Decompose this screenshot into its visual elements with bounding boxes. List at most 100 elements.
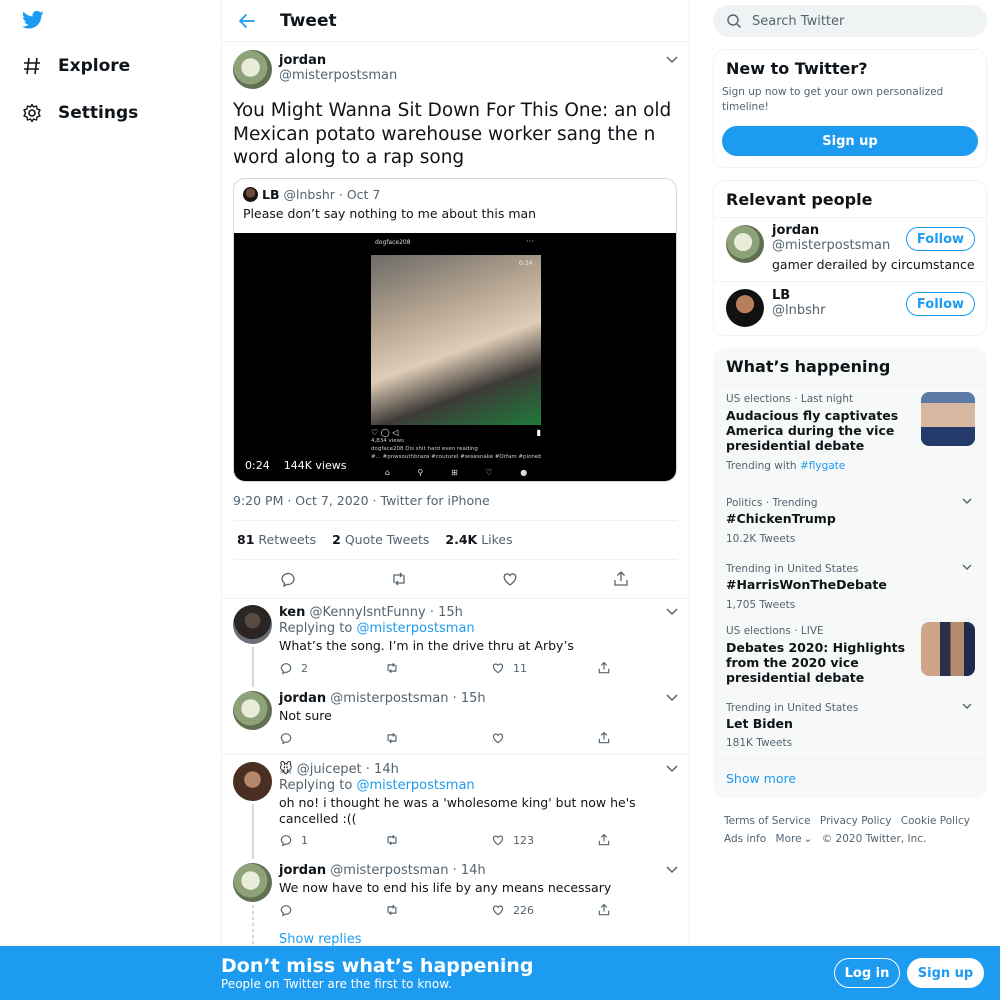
search-bar[interactable] <box>713 5 987 37</box>
reply-author-name[interactable]: jordan <box>279 863 326 878</box>
person-name[interactable]: LB <box>772 288 790 303</box>
trend-item[interactable]: Trending in United States #HarrisWonTheD… <box>714 554 986 619</box>
divider <box>222 754 689 755</box>
follow-button[interactable]: Follow <box>906 227 975 251</box>
reply-icon[interactable] <box>279 570 297 588</box>
nav-settings[interactable]: Settings <box>22 103 138 123</box>
show-more-link[interactable]: Show more <box>726 771 796 786</box>
twitter-bird-icon[interactable] <box>22 10 44 30</box>
avatar[interactable] <box>233 605 272 644</box>
person-handle[interactable]: @misterpostsman <box>772 238 890 253</box>
quoted-author-handle-date: @lnbshr · Oct 7 <box>283 187 381 202</box>
chevron-down-icon[interactable] <box>666 694 678 702</box>
show-replies-link[interactable]: Show replies <box>279 932 362 947</box>
replying-to-link[interactable]: @misterpostsman <box>356 778 474 793</box>
video-caption: ♡ ◯ ◁ ▮ 4,834 views dogface208 Dis shit … <box>371 429 541 465</box>
share-button[interactable] <box>597 731 703 745</box>
retweet-button[interactable] <box>385 833 491 847</box>
terms-link[interactable]: Terms of Service <box>724 815 811 827</box>
reply-button[interactable]: 1 <box>279 833 385 847</box>
replying-to-link[interactable]: @misterpostsman <box>356 621 474 636</box>
banner-subtitle: People on Twitter are the first to know. <box>221 977 452 991</box>
ads-info-link[interactable]: Ads info <box>724 833 766 845</box>
trend-item[interactable]: Politics · Trending #ChickenTrump 10.2K … <box>714 489 986 554</box>
cookie-link[interactable]: Cookie Policy <box>901 815 970 827</box>
quotes-count: 2 <box>332 532 341 547</box>
share-button[interactable] <box>597 833 703 847</box>
follow-button[interactable]: Follow <box>906 292 975 316</box>
person-name[interactable]: jordan <box>772 223 819 238</box>
reply-button[interactable] <box>279 731 385 745</box>
chevron-down-icon[interactable] <box>666 608 678 616</box>
like-button[interactable] <box>491 731 597 745</box>
chevron-down-icon[interactable] <box>666 765 678 773</box>
sign-up-button[interactable]: Sign up <box>722 126 978 156</box>
avatar[interactable] <box>233 762 272 801</box>
retweets-stat[interactable]: 81 Retweets <box>237 532 316 547</box>
more-menu[interactable]: More ⌄ <box>776 833 813 845</box>
reply-author-handle[interactable]: @KennyIsntFunny · 15h <box>310 605 463 620</box>
trend-item[interactable]: Trending in United States Let Biden 181K… <box>714 694 986 759</box>
share-icon[interactable] <box>612 570 630 588</box>
video-player[interactable]: dogface208 ··· 0:24 ♡ ◯ ◁ ▮ 4,834 views … <box>234 233 676 481</box>
trend-sub: Trending with #flygate <box>726 460 845 472</box>
avatar[interactable] <box>726 225 764 263</box>
reply-author-name[interactable]: ken <box>279 605 305 620</box>
share-button[interactable] <box>597 903 703 917</box>
chevron-down-icon[interactable] <box>962 703 972 709</box>
video-caption-text: dogface208 Dis shit hard even reading <box>371 446 478 452</box>
trend-item[interactable]: US elections · Last night Audacious fly … <box>714 384 986 489</box>
retweet-button[interactable] <box>385 731 491 745</box>
quoted-tweet[interactable]: LB @lnbshr · Oct 7 Please don’t say noth… <box>233 178 677 482</box>
log-in-button[interactable]: Log in <box>834 958 900 988</box>
avatar[interactable] <box>233 691 272 730</box>
reply-author-handle[interactable]: @misterpostsman · 14h <box>330 863 485 878</box>
likes-stat[interactable]: 2.4K Likes <box>445 532 512 547</box>
trend-title: Debates 2020: Highlights from the 2020 v… <box>726 640 906 685</box>
privacy-link[interactable]: Privacy Policy <box>820 815 892 827</box>
reply-actions: 1 123 <box>279 833 703 847</box>
chevron-down-icon[interactable] <box>666 56 678 64</box>
tweet-timestamp[interactable]: 9:20 PM · Oct 7, 2020 · Twitter for iPho… <box>233 493 490 508</box>
divider <box>233 559 677 560</box>
tweet-author-name[interactable]: jordan <box>279 53 326 68</box>
share-button[interactable] <box>597 661 703 675</box>
reply-author-name[interactable]: jordan <box>279 691 326 706</box>
search-input[interactable] <box>752 13 952 29</box>
reply-button[interactable]: 2 <box>279 661 385 675</box>
chevron-down-icon[interactable] <box>666 866 678 874</box>
chevron-down-icon[interactable] <box>962 564 972 570</box>
reply-author-handle[interactable]: @misterpostsman · 15h <box>330 691 485 706</box>
retweet-button[interactable] <box>385 661 491 675</box>
like-icon[interactable] <box>501 570 519 588</box>
like-button[interactable]: 123 <box>491 833 597 847</box>
retweet-button[interactable] <box>385 903 491 917</box>
video-length: 0:24 <box>245 459 270 472</box>
reply-button[interactable] <box>279 903 385 917</box>
back-arrow-icon[interactable] <box>237 11 257 31</box>
like-button[interactable]: 11 <box>491 661 597 675</box>
tweet-author-handle[interactable]: @misterpostsman <box>279 68 397 83</box>
nav-explore-label: Explore <box>58 56 131 76</box>
reply-author-handle[interactable]: @juicepet · 14h <box>297 762 399 777</box>
person-handle[interactable]: @lnbshr <box>772 303 825 318</box>
sign-up-button[interactable]: Sign up <box>907 958 984 988</box>
avatar[interactable] <box>233 863 272 902</box>
trend-meta: Trending in United States <box>726 563 859 575</box>
trend-hashtag-link[interactable]: #flygate <box>800 460 845 472</box>
avatar[interactable] <box>726 289 764 327</box>
nav-explore[interactable]: Explore <box>22 56 130 76</box>
like-icon <box>492 905 504 916</box>
like-icon <box>492 733 504 744</box>
like-button[interactable]: 226 <box>491 903 597 917</box>
reply-author-name[interactable]: 🐭 <box>279 762 293 777</box>
more-label: More <box>775 833 802 845</box>
video-time-badge: 0:24 <box>519 260 533 267</box>
left-sidebar: Explore Settings <box>0 0 221 1000</box>
quotes-stat[interactable]: 2 Quote Tweets <box>332 532 429 547</box>
avatar[interactable] <box>233 50 272 89</box>
retweet-icon[interactable] <box>390 570 408 588</box>
trend-item[interactable]: US elections · LIVE Debates 2020: Highli… <box>714 619 986 694</box>
heart-icon: ♡ <box>485 467 493 477</box>
chevron-down-icon[interactable] <box>962 498 972 504</box>
